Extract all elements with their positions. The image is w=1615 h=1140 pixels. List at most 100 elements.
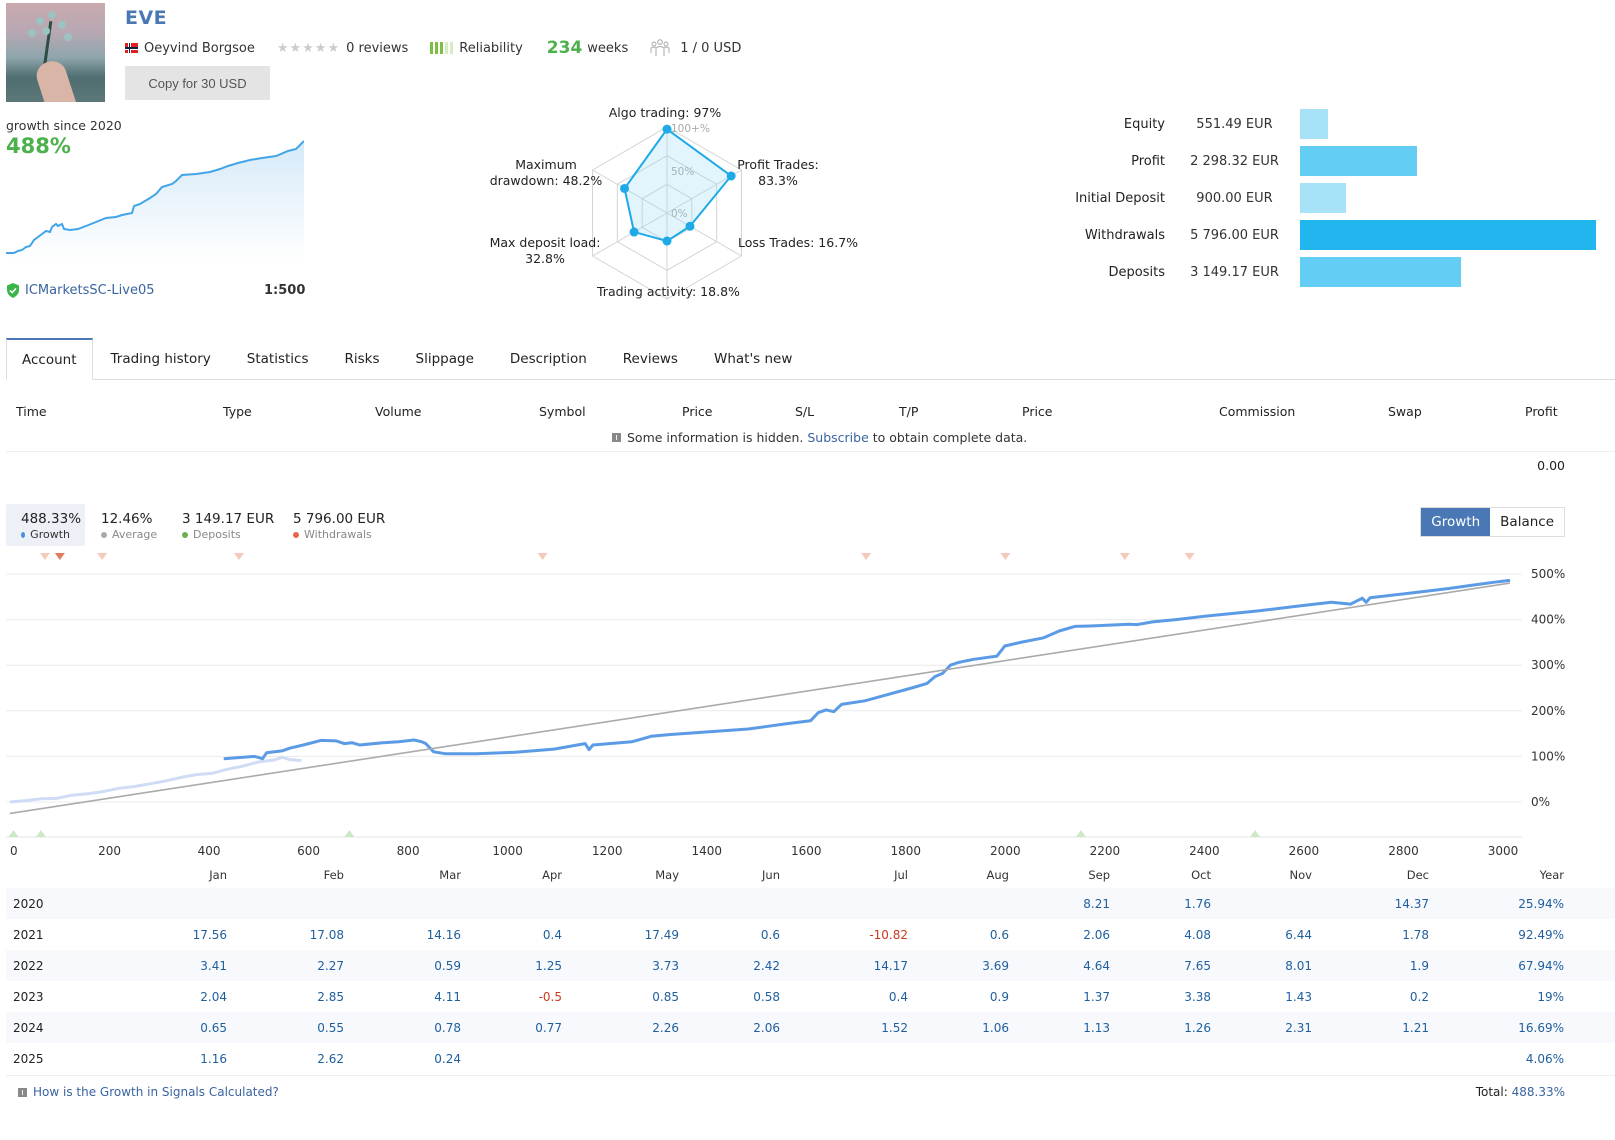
tab-slippage[interactable]: Slippage [398,338,492,380]
stat-withdrawals-label: Withdrawals [304,528,372,541]
month-cell: 3.73 [652,959,679,973]
copy-button[interactable]: Copy for 30 USD [125,66,270,100]
radar-point-deposit_load [629,227,639,237]
balance-toggle-button[interactable]: Balance [1490,508,1564,536]
stat-withdrawals[interactable]: 5 796.00 EUR Withdrawals [278,504,400,546]
financial-row: Profit 2 298.32 EUR [1040,146,1615,176]
month-cell: 2.85 [317,990,344,1004]
tab-description[interactable]: Description [492,338,605,380]
radar-label-loss: Loss Trades: 16.7% [738,235,859,250]
radar-label-activity: Trading activity: 18.8% [597,284,740,299]
x-tick-label: 200 [98,844,121,858]
reviews-count[interactable]: 0 reviews [346,41,408,56]
month-cell: 14.16 [426,928,461,942]
withdrawal-marker[interactable] [234,553,245,560]
month-header: Sep [1088,868,1110,882]
month-cell: 0.9 [989,990,1009,1004]
deposits-dot-icon [182,531,188,538]
financial-row: Initial Deposit 900.00 EUR [1040,183,1615,213]
row-year: 2022 [13,959,44,973]
row-year: 2023 [13,990,44,1004]
month-cell: 2.31 [1285,1021,1312,1035]
stat-deposits-label: Deposits [193,528,241,541]
radar-scale-label: 100+% [671,123,710,135]
withdrawal-marker[interactable] [39,553,50,560]
leverage-value: 1:500 [264,283,306,298]
financial-row: Withdrawals 5 796.00 EUR [1040,220,1615,250]
withdrawal-marker[interactable] [1184,553,1195,560]
month-cell: 4.08 [1184,928,1211,942]
financial-bar [1300,257,1461,287]
withdrawal-marker[interactable] [861,553,872,560]
deposit-marker[interactable] [344,830,355,837]
col-time: Time [16,404,47,419]
month-cell: 1.13 [1083,1021,1110,1035]
deposit-marker[interactable] [8,830,19,837]
subscribe-link[interactable]: Subscribe [807,430,868,445]
stat-deposits[interactable]: 3 149.17 EUR Deposits [167,504,289,546]
reliability-bars-icon [430,42,454,54]
radar-point-activity [662,236,672,246]
financial-bar [1300,146,1417,176]
month-header: Feb [323,868,344,882]
radar-chart: 100+%50%0% Algo trading: 97% Profit Trad… [480,100,880,310]
x-tick-label: 2000 [990,844,1021,858]
radar-label-algo: Algo trading: 97% [608,105,722,120]
radar-value-shape [623,127,733,243]
month-cell: 1.25 [535,959,562,973]
monthly-row: 2022 3.41 2.27 0.59 1.25 3.73 2.42 14.17 3.69 4.6… [6,950,1615,981]
month-cell: 0.6 [760,928,780,942]
series-growth-pre-signal- [9,755,302,804]
author-name[interactable]: Oeyvind Borgsoe [144,41,255,56]
withdrawal-marker[interactable] [54,553,65,560]
month-cell: 8.21 [1083,897,1110,911]
financial-value: 551.49 EUR [1196,116,1273,132]
month-cell: 0.24 [434,1052,461,1066]
col-swap: Swap [1388,404,1422,419]
subscribers-value: 1 / 0 USD [680,40,742,56]
tab-whats-new[interactable]: What's new [696,338,810,380]
tab-account[interactable]: Account [6,338,93,380]
y-tick-label: 400% [1531,613,1565,627]
signal-title[interactable]: EVE [125,7,167,29]
stat-deposits-value: 3 149.17 EUR [182,511,275,527]
growth-chart: 0% 100% 200% 300% 400% 500% 0 200 400 600 800 1000 1… [6,553,1565,858]
month-cell: 1.78 [1402,928,1429,942]
month-cell: 17.08 [309,928,344,942]
tab-trading-history[interactable]: Trading history [93,338,229,380]
withdrawal-marker[interactable] [537,553,548,560]
stat-growth[interactable]: 488.33% Growth [6,504,85,546]
hidden-note-suffix: to obtain complete data. [872,430,1028,445]
month-header: May [655,868,679,882]
y-tick-label: 500% [1531,567,1565,581]
financial-value: 3 149.17 EUR [1190,264,1279,280]
growth-calc-link[interactable]: How is the Growth in Signals Calculated? [18,1085,279,1099]
stat-average-label: Average [112,528,158,541]
growth-toggle-button[interactable]: Growth [1421,508,1491,536]
withdrawal-marker[interactable] [97,553,108,560]
growth-calc-link-text[interactable]: How is the Growth in Signals Calculated? [33,1085,279,1099]
tab-risks[interactable]: Risks [327,338,398,380]
withdrawal-marker[interactable] [1119,553,1130,560]
financial-bar [1300,109,1328,139]
month-cell: -10.82 [869,928,908,942]
monthly-row: 2020 8.21 1.76 14.37 25.94% [6,888,1615,919]
month-cell: 14.17 [873,959,908,973]
broker-name[interactable]: ICMarketsSC-Live05 [25,283,154,298]
row-year: 2020 [13,897,44,911]
broker-link[interactable]: ICMarketsSC-Live05 [6,283,154,298]
stat-average[interactable]: 12.46% Average [86,504,172,546]
tab-statistics[interactable]: Statistics [229,338,327,380]
rating-stars-icon: ★★★★★ [276,40,341,56]
deposit-marker[interactable] [35,830,46,837]
financial-label: Equity [1123,116,1165,132]
monthly-table-header: Jan Feb Mar Apr May Jun Jul Aug Sep Oct Nov Dec Year [6,868,1615,886]
x-tick-label: 1600 [791,844,822,858]
withdrawal-marker[interactable] [1000,553,1011,560]
month-cell: 8.01 [1285,959,1312,973]
tab-reviews[interactable]: Reviews [605,338,696,380]
radar-label-deposit-load-title: Max deposit load: [489,235,601,250]
deposit-marker[interactable] [1075,830,1086,837]
radar-label-drawdown-title: Maximum [515,157,577,172]
deposit-marker[interactable] [1250,830,1261,837]
